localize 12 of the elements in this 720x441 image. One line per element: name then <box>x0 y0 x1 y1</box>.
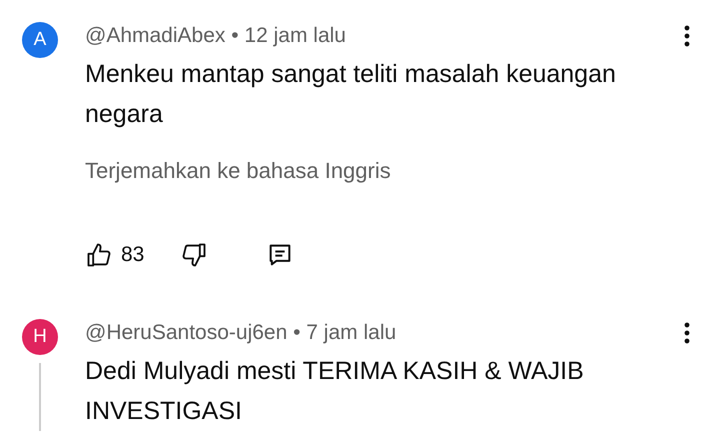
more-options-icon[interactable] <box>684 25 690 47</box>
comment-author-time: @HeruSantoso-uj6en • 7 jam lalu <box>85 320 396 346</box>
thumbs-down-icon[interactable] <box>180 241 208 269</box>
translate-link[interactable]: Terjemahkan ke bahasa Inggris <box>85 151 391 191</box>
avatar[interactable]: A <box>22 22 58 58</box>
thumbs-up-icon[interactable] <box>85 241 113 269</box>
comment-text: Dedi Mulyadi mesti TERIMA KASIH & WAJIB INVESTIGASI <box>85 356 585 427</box>
more-options-icon[interactable] <box>684 322 690 344</box>
avatar[interactable]: H <box>22 319 58 355</box>
comment-author-time: @AhmadiAbex • 12 jam lalu <box>85 23 346 49</box>
comment-text: Menkeu mantap sangat teliti masalah keuangan negara <box>85 59 617 130</box>
like-count: 83 <box>121 242 144 268</box>
